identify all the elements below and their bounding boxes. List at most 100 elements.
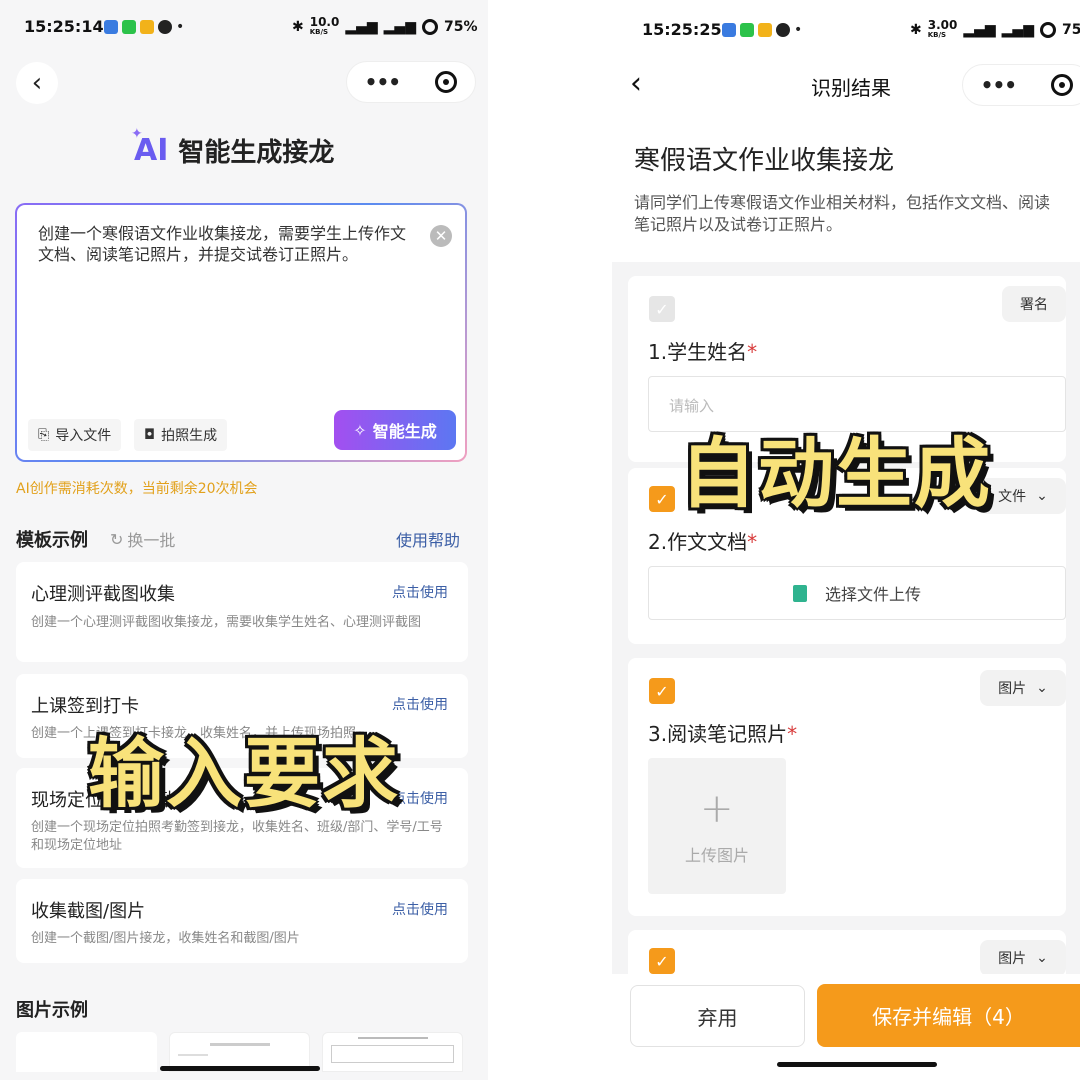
use-template-link[interactable]: 点击使用 [392,694,448,714]
photo-generate-button[interactable]: ◘ 拍照生成 [134,419,228,451]
home-indicator[interactable] [777,1062,937,1067]
notification-icons: • [722,22,802,38]
use-template-link[interactable]: 点击使用 [392,788,448,808]
photo-generate-label: 拍照生成 [161,428,218,444]
back-icon[interactable]: ‹ [630,66,642,101]
overlay-caption: 自动生成 [680,429,992,518]
app-icon [722,23,736,37]
use-template-link[interactable]: 点击使用 [392,582,448,602]
field-type-dropdown[interactable]: 图片 ⌄ [980,940,1066,976]
form-description: 请同学们上传寒假语文作业相关材料，包括作文文档、阅读笔记照片以及试卷订正照片。 [634,193,1051,234]
dot-icon: • [176,19,185,35]
net-unit: KB/S [927,31,947,39]
mini-program-capsule[interactable]: ••• [962,64,1080,106]
nav-title: 识别结果 [811,76,891,100]
quota-note: AI创作需消耗次数，当前剩余20次机会 [16,481,258,497]
field-type-label: 文件 [998,489,1027,505]
file-upload-button[interactable]: 选择文件上传 [648,566,1066,620]
qq-icon [776,23,790,37]
image-example-thumb[interactable] [322,1032,463,1072]
refresh-label: 换一批 [127,531,176,550]
field-label-text: 2.作文文档 [648,530,748,554]
sparkle-icon: ✦ [131,126,143,142]
battery-icon [1039,22,1056,38]
required-mark: * [787,722,798,746]
chevron-down-icon: ⌄ [1036,950,1048,966]
signal-icon: ▂▄▆ [345,19,378,35]
status-time: 15:25:14 [24,17,104,36]
image-upload-label: 上传图片 [684,846,749,865]
overlay-caption: 输入要求 [88,729,400,818]
close-miniprogram-icon[interactable] [1051,74,1074,96]
status-time: 15:25:25 [642,20,722,39]
net-speed: 10.0 [309,15,340,29]
image-example-thumb[interactable] [16,1032,157,1072]
close-miniprogram-icon[interactable] [435,71,458,93]
template-desc: 创建一个心理测评截图收集接龙，需要收集学生姓名、心理测评截图 [31,615,422,630]
more-icon[interactable]: ••• [365,70,401,94]
field-label-text: 3.阅读笔记照片 [648,722,788,746]
file-icon [792,584,807,602]
template-card[interactable]: 收集截图/图片 点击使用 创建一个截图/图片接龙，收集姓名和截图/图片 [16,879,468,963]
import-file-label: 导入文件 [55,428,112,444]
chevron-left-icon: ‹ [31,68,43,98]
field-label: 3.阅读笔记照片* [648,718,797,747]
field-checkbox[interactable]: ✓ [649,296,675,322]
chevron-down-icon: ⌄ [1036,488,1048,504]
signal-icon: ▂▄▆ [963,22,996,38]
sparkle-icon: ✧ [353,420,367,440]
prompt-input[interactable]: 创建一个寒假语文作业收集接龙，需要学生上传作文文档、阅读笔记照片，并提交试卷订正… [38,223,414,265]
dot-icon: • [794,22,803,38]
field-type-label: 图片 [998,681,1027,697]
template-desc: 创建一个现场定位拍照考勤签到接龙，收集姓名、班级/部门、学号/工号和现场定位地址 [31,820,443,853]
clear-icon[interactable]: ✕ [430,225,452,247]
app-icon [758,23,772,37]
home-indicator[interactable] [160,1066,320,1071]
status-right: ✱ 3.00 KB/S ▂▄▆ ▂▄▆ 75% [910,18,1080,40]
image-examples-heading: 图片示例 [16,1000,88,1021]
use-template-link[interactable]: 点击使用 [392,899,448,919]
camera-icon: ◘ [144,427,156,443]
field-label: 2.作文文档* [648,526,757,555]
save-edit-button[interactable]: 保存并编辑（4） [817,984,1080,1047]
field-checkbox[interactable]: ✓ [649,678,675,704]
field-checkbox[interactable]: ✓ [649,486,675,512]
left-screen: 15:25:14 • ✱ 10.0 KB/S ▂▄▆ ▂▄▆ 75% ‹ •••… [0,0,488,1080]
battery-level: 75% [443,19,478,35]
back-button[interactable]: ‹ [16,62,58,104]
wechat-icon [740,23,754,37]
required-mark: * [747,530,758,554]
status-right: ✱ 10.0 KB/S ▂▄▆ ▂▄▆ 75% [292,15,478,37]
template-title: 收集截图/图片 [31,901,146,922]
template-title: 心理测评截图收集 [31,584,175,605]
refresh-button[interactable]: ↻ 换一批 [110,527,175,551]
import-file-button[interactable]: ⎘ 导入文件 [28,419,122,451]
field-type-label: 图片 [998,951,1027,967]
app-icon [104,20,118,34]
discard-button[interactable]: 弃用 [630,985,805,1047]
prompt-box[interactable]: 创建一个寒假语文作业收集接龙，需要学生上传作文文档、阅读笔记照片，并提交试卷订正… [15,203,467,462]
generate-button[interactable]: ✧ 智能生成 [334,410,456,450]
app-icon [140,20,154,34]
more-icon[interactable]: ••• [981,73,1017,97]
image-upload-button[interactable]: + 上传图片 [648,758,786,894]
help-link[interactable]: 使用帮助 [396,527,460,551]
form-title: 寒假语文作业收集接龙 [634,146,895,176]
battery-icon [421,19,438,35]
net-speed: 3.00 [927,18,958,32]
signal-icon: ▂▄▆ [1001,22,1034,38]
field-label: 1.学生姓名* [648,336,757,365]
template-card[interactable]: 心理测评截图收集 点击使用 创建一个心理测评截图收集接龙，需要收集学生姓名、心理… [16,562,468,662]
field-type-dropdown[interactable]: 文件 ⌄ [980,478,1066,514]
templates-heading: 模板示例 [16,530,88,551]
signal-icon: ▂▄▆ [383,19,416,35]
mini-program-capsule[interactable]: ••• [346,61,476,103]
plus-icon: + [700,786,734,832]
field-label-text: 1.学生姓名 [648,340,748,364]
page-title: AI 智能生成接龙 [134,132,334,169]
template-desc: 创建一个截图/图片接龙，收集姓名和截图/图片 [31,931,300,946]
file-upload-label: 选择文件上传 [824,585,921,604]
field-checkbox[interactable]: ✓ [649,948,675,974]
field-type-dropdown[interactable]: 图片 ⌄ [980,670,1066,706]
field-type-tag[interactable]: 署名 [1002,286,1066,322]
